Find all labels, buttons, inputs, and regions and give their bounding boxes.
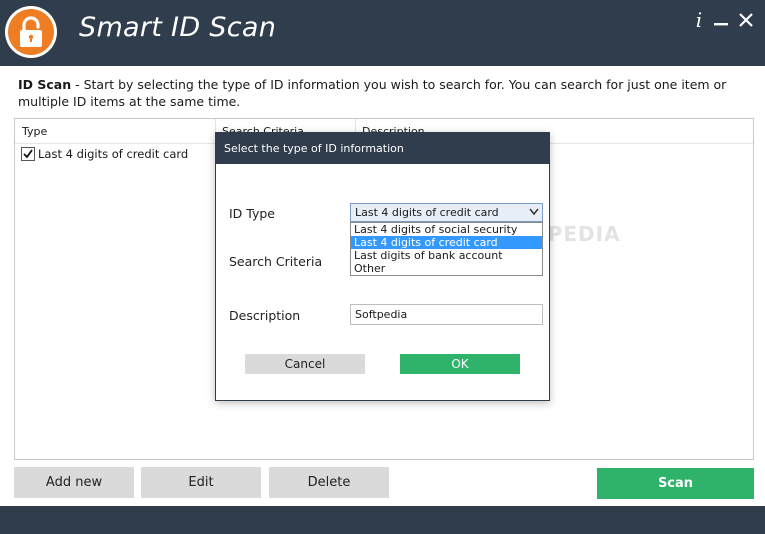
column-header-type[interactable]: Type: [22, 125, 47, 138]
minimize-button[interactable]: [711, 10, 731, 30]
description-input[interactable]: Softpedia: [350, 304, 543, 325]
edit-button[interactable]: Edit: [141, 467, 261, 498]
add-new-button[interactable]: Add new: [14, 467, 134, 498]
intro-text: ID Scan - Start by selecting the type of…: [18, 76, 753, 110]
delete-button[interactable]: Delete: [269, 467, 389, 498]
id-type-dropdown[interactable]: Last 4 digits of social security Last 4 …: [350, 222, 543, 276]
info-button[interactable]: i: [689, 10, 709, 30]
minimize-icon: [714, 23, 728, 26]
search-criteria-label: Search Criteria: [229, 254, 323, 269]
row-checkbox[interactable]: [21, 147, 35, 161]
bottom-bar: [0, 506, 765, 534]
app-logo: [5, 6, 57, 58]
id-type-select[interactable]: Last 4 digits of credit card: [350, 203, 543, 222]
intro-description: - Start by selecting the type of ID info…: [18, 77, 727, 109]
dropdown-option[interactable]: Last 4 digits of social security: [351, 223, 542, 236]
title-bar: Smart ID Scan i: [0, 0, 765, 66]
app-title: Smart ID Scan: [79, 12, 277, 43]
scan-button[interactable]: Scan: [597, 468, 754, 499]
padlock-icon: [20, 16, 42, 47]
id-type-label: ID Type: [229, 206, 275, 221]
cancel-button[interactable]: Cancel: [245, 354, 365, 374]
ok-button[interactable]: OK: [400, 354, 520, 374]
dropdown-option-selected[interactable]: Last 4 digits of credit card: [351, 236, 542, 249]
checkmark-icon: [23, 149, 33, 159]
close-button[interactable]: [736, 10, 756, 30]
dropdown-option[interactable]: Last digits of bank account: [351, 249, 542, 262]
row-type: Last 4 digits of credit card: [38, 147, 189, 161]
description-label: Description: [229, 308, 301, 323]
intro-heading: ID Scan: [18, 77, 72, 92]
chevron-down-icon: [529, 208, 539, 216]
select-id-type-dialog: Select the type of ID information ID Typ…: [215, 132, 550, 401]
close-icon: [739, 13, 753, 27]
dropdown-option[interactable]: Other: [351, 262, 542, 275]
dialog-title: Select the type of ID information: [216, 133, 549, 164]
id-type-value: Last 4 digits of credit card: [355, 206, 499, 219]
